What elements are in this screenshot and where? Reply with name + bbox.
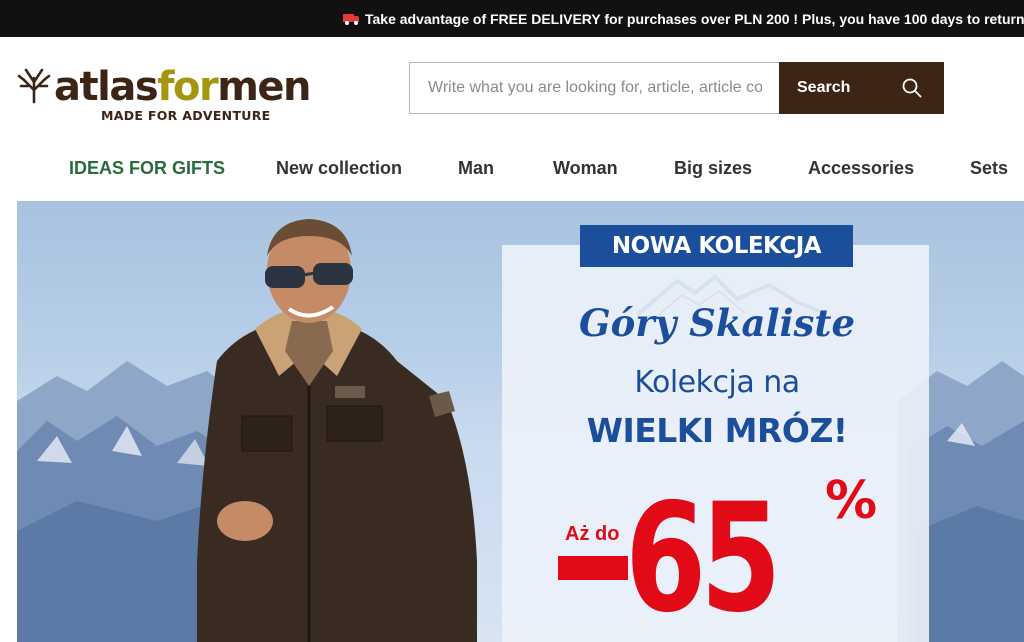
new-collection-badge: NOWA KOLEKCJA [580,225,853,267]
collection-name: Góry Skaliste [578,301,856,345]
discount-minus [558,556,628,580]
discount-percent: % [825,471,878,531]
search-button-label: Search [797,79,851,96]
discount-prefix: Aż do [565,523,620,545]
promo-headline-1: Kolekcja na [634,365,800,400]
logo[interactable]: atlasformen MADE FOR ADVENTURE [16,60,316,130]
promo-text: Take advantage of FREE DELIVERY for purc… [365,10,1024,27]
nav-item-new-collection[interactable]: New collection [276,158,402,179]
brand-tagline: MADE FOR ADVENTURE [101,108,271,123]
nav-item-woman[interactable]: Woman [553,158,618,179]
antler-icon [17,68,51,104]
nav-item-big-sizes[interactable]: Big sizes [674,158,752,179]
search-icon [902,78,922,98]
search-bar: Search [409,62,944,114]
nav-item-man[interactable]: Man [458,158,494,179]
search-button[interactable]: Search [779,62,944,114]
search-input[interactable] [409,62,780,114]
nav-item-ideas-for-gifts[interactable]: IDEAS FOR GIFTS [69,158,225,179]
discount-value: 65 [625,472,782,642]
brand-name: atlasformen [54,64,312,110]
promo-bar: Take advantage of FREE DELIVERY for purc… [0,0,1024,37]
nav-item-accessories[interactable]: Accessories [808,158,914,179]
hero-banner[interactable]: NOWA KOLEKCJA Góry Skaliste Kolekcja na … [17,201,1024,642]
promo-headline-2: WIELKI MRÓZ! [586,411,848,450]
main-nav: IDEAS FOR GIFTS New collection Man Woman… [0,150,1024,190]
nav-item-sets[interactable]: Sets [970,158,1008,179]
truck-icon [343,13,359,25]
